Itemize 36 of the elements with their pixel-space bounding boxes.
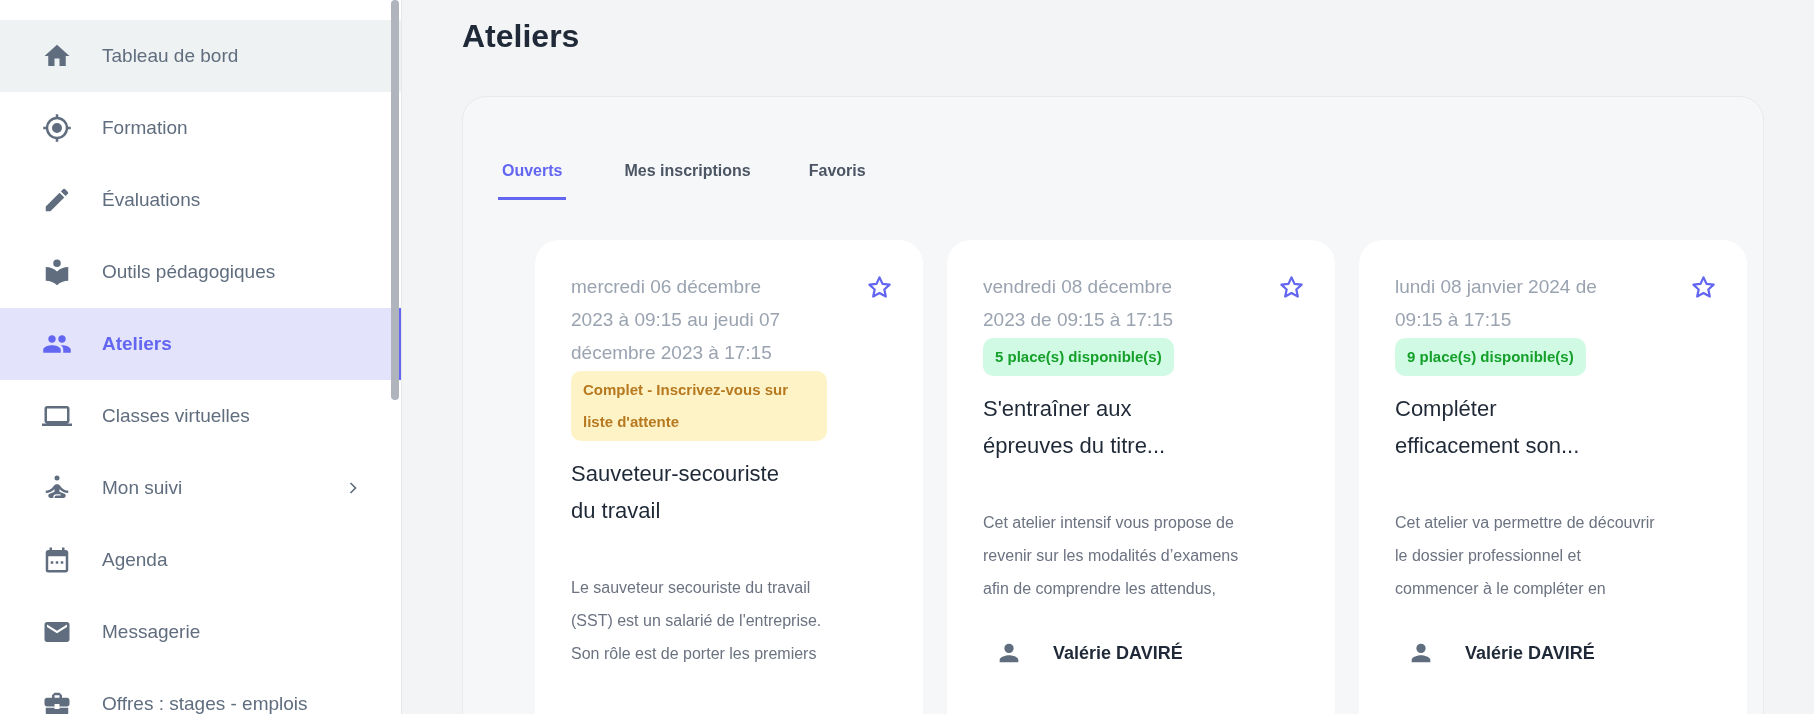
tab[interactable]: Mes inscriptions — [624, 155, 751, 200]
card-title: Compléter efficacement son... — [1395, 395, 1581, 460]
card-title: Sauveteur-secouriste du travail — [571, 460, 780, 525]
sidebar-item[interactable]: Outils pédagogiques — [0, 236, 401, 308]
tab[interactable]: Ouverts — [498, 155, 567, 200]
author-name: Valérie DAVIRÉ — [1053, 641, 1183, 665]
workshop-card[interactable] — [947, 240, 1335, 714]
status-badge: Complet - Inscrivez-vous sur liste d'attente — [571, 371, 827, 441]
card-description: Cet atelier intensif vous propose de revenir sur les modalités d’examens afin de comprendre les attendus, — [983, 513, 1240, 599]
status-badge: 5 place(s) disponible(s) — [983, 338, 1174, 376]
sidebar-item[interactable]: Messagerie — [0, 596, 401, 668]
sidebar-item[interactable]: Formation — [0, 92, 401, 164]
sidebar-item[interactable]: Mon suivi — [0, 452, 401, 524]
sidebar-item[interactable]: Agenda — [0, 524, 401, 596]
workshop-card[interactable] — [1359, 240, 1747, 714]
sidebar-item[interactable]: Évaluations — [0, 164, 401, 236]
scrollbar-thumb[interactable] — [391, 0, 399, 400]
date-text: mercredi 06 décembre 2023 à 09:15 au jeudi 07 décembre 2023 à 17:15 — [571, 275, 782, 365]
page-title: Ateliers — [462, 17, 581, 56]
sidebar-item[interactable]: Offres : stages - emplois — [0, 668, 401, 714]
date-text: vendredi 08 décembre 2023 de 09:15 à 17:15 — [983, 275, 1175, 332]
card-title: S'entraîner aux épreuves du titre... — [983, 395, 1167, 460]
sidebar-item[interactable]: Tableau de bord — [0, 20, 401, 92]
card-description: Cet atelier va permettre de découvrir le dossier professionnel et commencer à le compléter en — [1395, 513, 1656, 599]
sidebar-item[interactable]: Classes virtuelles — [0, 380, 401, 452]
date-text: lundi 08 janvier 2024 de 09:15 à 17:15 — [1395, 275, 1598, 332]
author-name: Valérie DAVIRÉ — [1465, 641, 1595, 665]
star-icon[interactable] — [866, 274, 893, 301]
card-description: Le sauveteur secouriste du travail (SST) est un salarié de l'entreprise. Son rôle est de porter les premiers — [571, 578, 823, 664]
star-icon[interactable] — [1278, 274, 1305, 301]
star-icon[interactable] — [1690, 274, 1717, 301]
workshop-card[interactable] — [535, 240, 923, 714]
target-icon — [42, 113, 72, 143]
status-badge: 9 place(s) disponible(s) — [1395, 338, 1586, 376]
tab[interactable]: Favoris — [808, 155, 866, 200]
sidebar-item[interactable]: Ateliers — [0, 308, 401, 380]
